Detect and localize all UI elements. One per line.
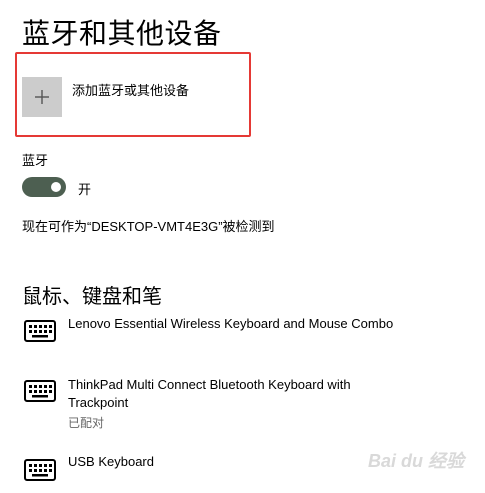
device-name: ThinkPad Multi Connect Bluetooth Keyboar… [68,377,351,410]
device-status: 已配对 [68,416,105,430]
add-device-button[interactable] [22,77,62,117]
toggle-state-label: 开 [78,182,92,197]
plus-icon [35,90,49,104]
toggle-knob [51,182,61,192]
page-title: 蓝牙和其他设备 [22,18,222,49]
devices-section-title: 鼠标、键盘和笔 [22,286,162,308]
keyboard-icon [24,459,56,481]
bluetooth-toggle[interactable] [22,177,66,197]
add-device-label[interactable]: 添加蓝牙或其他设备 [72,80,189,99]
bluetooth-label: 蓝牙 [22,153,49,168]
discoverable-text: 现在可作为“DESKTOP-VMT4E3G”被检测到 [22,219,275,234]
watermark: Bai du 经验 [368,451,465,471]
keyboard-icon [24,380,56,402]
device-name: Lenovo Essential Wireless Keyboard and M… [68,316,394,331]
device-name: USB Keyboard [68,454,154,469]
keyboard-icon [24,320,56,342]
